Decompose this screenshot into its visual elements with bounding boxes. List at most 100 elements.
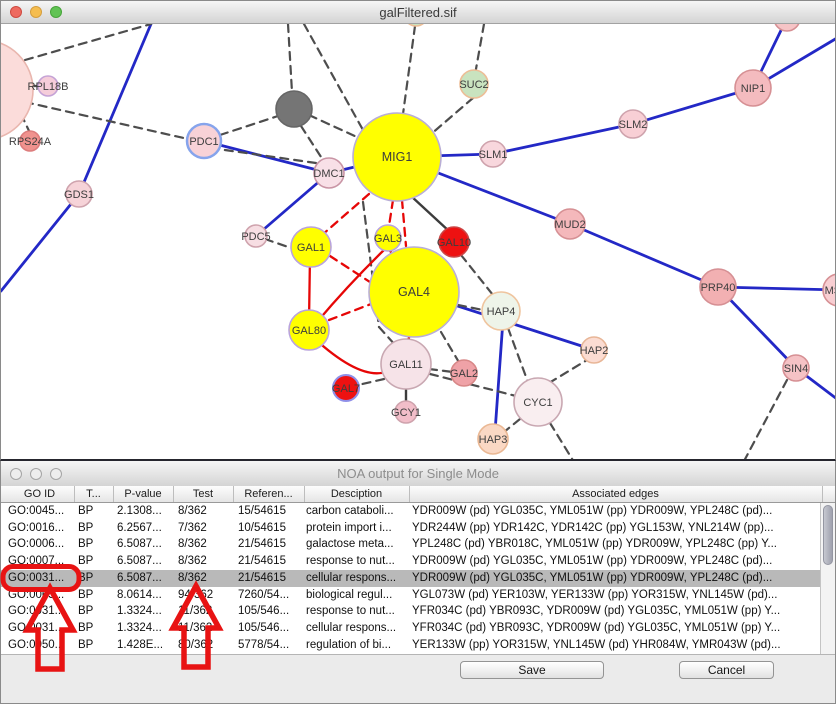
cell-go_id: GO:0031...	[8, 570, 74, 587]
cell-description: galactose meta...	[306, 536, 409, 553]
cell-description: regulation of bi...	[306, 637, 409, 654]
cell-go_id: GO:0045...	[8, 503, 74, 520]
noa-window-titlebar: NOA output for Single Mode	[1, 461, 835, 487]
cell-edges: YDR244W (pp) YDR142C, YDR142C (pp) YGL15…	[412, 520, 822, 537]
node-gal3[interactable]: GAL3	[374, 225, 402, 251]
cell-edges: YFR034C (pd) YBR093C, YDR009W (pd) YGL03…	[412, 603, 822, 620]
cell-description: response to nut...	[306, 603, 409, 620]
cell-reference: 21/54615	[238, 570, 304, 587]
table-row[interactable]: GO:0006...BP6.5087...8/36221/54615galact…	[1, 536, 822, 553]
node-mig1[interactable]: MIG1	[353, 113, 441, 201]
button-bar: Save Cancel	[1, 654, 835, 704]
edge-dash	[288, 24, 292, 92]
vertical-scrollbar[interactable]	[820, 503, 835, 654]
cell-edges: YDR009W (pd) YGL035C, YML051W (pp) YDR00…	[412, 570, 822, 587]
table-row-selected[interactable]: GO:0031...BP6.5087...8/36221/54615cellul…	[1, 570, 822, 587]
cell-description: carbon cataboli...	[306, 503, 409, 520]
node-rps24a[interactable]: RPS24A	[9, 131, 52, 151]
table-row[interactable]: GO:0031...BP1.3324...11/362105/546...cel…	[1, 620, 822, 637]
node-msl5[interactable]: MSL5	[823, 274, 836, 306]
edge-dash	[504, 419, 520, 432]
edge-dash	[309, 115, 359, 138]
edge-blue	[570, 224, 718, 287]
table-row[interactable]: GO:0045...BP2.1308...8/36215/54615carbon…	[1, 503, 822, 520]
node-gal1[interactable]: GAL1	[291, 227, 331, 267]
cell-edges: YDR009W (pd) YGL035C, YML051W (pp) YDR00…	[412, 503, 822, 520]
node-hap2[interactable]: HAP2	[580, 337, 609, 363]
edge-dash	[25, 102, 188, 139]
scrollbar-thumb[interactable]	[823, 505, 833, 565]
cell-edges: YER133W (pp) YOR315W, YNL145W (pd) YHR08…	[412, 637, 822, 654]
edge-dash	[550, 423, 574, 461]
cell-edges: YFR034C (pd) YBR093C, YDR009W (pd) YGL03…	[412, 620, 822, 637]
table-row[interactable]: GO:0065...BP8.0614...94/3627260/54...bio…	[1, 587, 822, 604]
node-gal10[interactable]: GAL10	[437, 227, 471, 257]
column-header-test[interactable]: Test	[173, 486, 234, 502]
column-header-reference[interactable]: Referen...	[233, 486, 305, 502]
network-canvas[interactable]: RPL18BRPS24AGDS1PDC1DMC1MIG1SUC2SLM1SLM2…	[1, 24, 836, 461]
node-label: GAL3	[374, 233, 402, 245]
node-gal80[interactable]: GAL80	[289, 310, 329, 350]
node-hap3[interactable]: HAP3	[478, 424, 508, 454]
node-gal2[interactable]: GAL2	[450, 360, 478, 386]
column-header-type[interactable]: T...	[74, 486, 114, 502]
column-header-edges[interactable]: Associated edges	[409, 486, 823, 502]
cell-description: biological regul...	[306, 587, 409, 604]
node-prp40[interactable]: PRP40	[700, 269, 736, 305]
node-suc2[interactable]: SUC2	[459, 70, 488, 98]
cell-test: 11/362	[178, 620, 233, 637]
edge-dash	[358, 379, 384, 385]
graph-window: galFiltered.sif RPL18BRPS24AGDS1PDC1DMC1…	[0, 0, 836, 461]
node-hap4[interactable]: HAP4	[482, 292, 520, 330]
node-mud2[interactable]: MUD2	[554, 209, 585, 239]
cell-go_id: GO:0016...	[8, 520, 74, 537]
node-dmc1[interactable]: DMC1	[313, 158, 344, 188]
cell-description: cellular respons...	[306, 620, 409, 637]
node-label: RPS24A	[9, 136, 52, 148]
node-label: PDC1	[189, 136, 218, 148]
node-label: HAP4	[487, 306, 516, 318]
node-slm1[interactable]: SLM1	[479, 141, 508, 167]
table-row[interactable]: GO:0050...BP1.428E...80/3625778/54...reg…	[1, 637, 822, 654]
node-label: GAL2	[450, 368, 478, 380]
edge-red-dash	[322, 194, 369, 235]
cancel-button[interactable]: Cancel	[679, 661, 774, 679]
cell-type: BP	[78, 570, 113, 587]
edge-blue	[493, 124, 633, 154]
table-row[interactable]: GO:0016...BP6.2567...7/36210/54615protei…	[1, 520, 822, 537]
column-header-p_value[interactable]: P-value	[113, 486, 174, 502]
node-gray-unlabeled[interactable]	[276, 91, 312, 127]
node-cyc1[interactable]: CYC1	[514, 378, 562, 426]
cell-reference: 105/546...	[238, 620, 304, 637]
column-header-go_id[interactable]: GO ID	[5, 486, 75, 502]
edge-dash	[304, 24, 363, 130]
cell-type: BP	[78, 536, 113, 553]
node-gcy1[interactable]: GCY1	[391, 401, 421, 423]
cell-test: 8/362	[178, 503, 233, 520]
edge-dash	[301, 126, 323, 160]
cell-edges: YGL073W (pd) YER103W, YER133W (pp) YOR31…	[412, 587, 822, 604]
node-label: GAL4	[398, 285, 430, 299]
node-gal7[interactable]: GAL7	[332, 375, 360, 401]
graph-window-titlebar: galFiltered.sif	[1, 1, 835, 24]
cell-go_id: GO:0065...	[8, 587, 74, 604]
cell-reference: 21/54615	[238, 553, 304, 570]
node-gds1[interactable]: GDS1	[64, 181, 94, 207]
node-label: NIP1	[741, 83, 765, 95]
cell-p_value: 8.0614...	[117, 587, 173, 604]
node-pink-top-right[interactable]	[774, 24, 800, 31]
save-button[interactable]: Save	[460, 661, 604, 679]
cell-p_value: 6.5087...	[117, 553, 173, 570]
table-row[interactable]: GO:0031...BP1.3324...11/362105/546...res…	[1, 603, 822, 620]
cell-description: response to nut...	[306, 553, 409, 570]
node-green-top[interactable]	[404, 24, 428, 26]
edge-dash	[743, 380, 787, 461]
node-sin4[interactable]: SIN4	[783, 355, 809, 381]
node-gal4[interactable]: GAL4	[369, 247, 459, 337]
node-slm2[interactable]: SLM2	[619, 110, 648, 138]
node-nip1[interactable]: NIP1	[735, 70, 771, 106]
table-row[interactable]: GO:0007...BP6.5087...8/36221/54615respon…	[1, 553, 822, 570]
node-gal11[interactable]: GAL11	[381, 339, 431, 389]
node-pdc1[interactable]: PDC1	[187, 124, 221, 158]
column-header-description[interactable]: Desciption	[304, 486, 410, 502]
